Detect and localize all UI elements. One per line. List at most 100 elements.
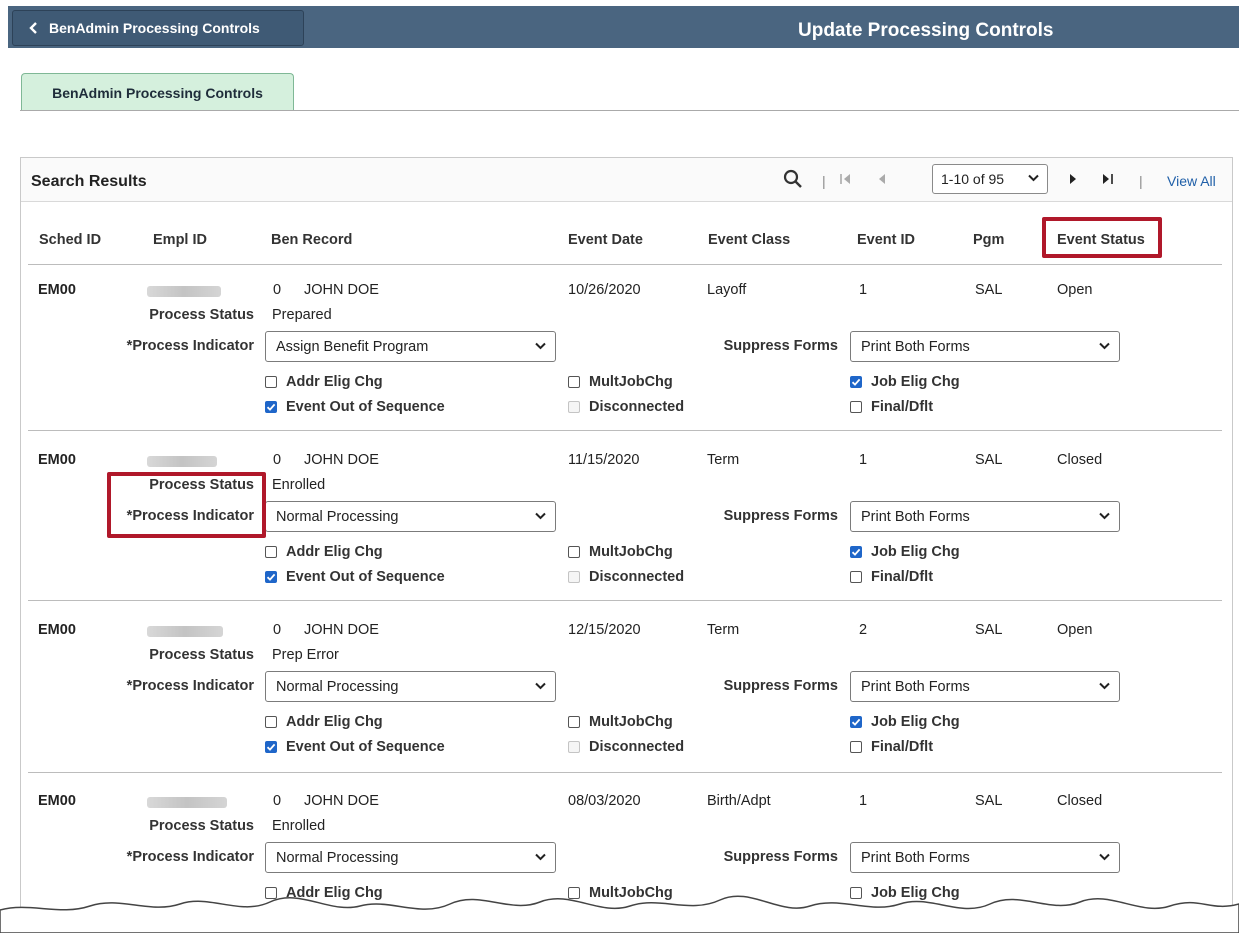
- event-out-of-sequence-checkbox[interactable]: Event Out of Sequence: [265, 739, 445, 755]
- employee-name: JOHN DOE: [304, 282, 379, 298]
- dropdown-chevron-icon: [1099, 342, 1110, 350]
- last-page-icon[interactable]: [1101, 173, 1113, 185]
- final-dflt-label: Final/Dflt: [871, 399, 934, 415]
- final-dflt-checkbox[interactable]: Final/Dflt: [850, 739, 933, 755]
- grid-header: Search Results | 1-10 of 95 | View All: [21, 158, 1232, 202]
- checkbox-box[interactable]: [568, 571, 580, 583]
- checkbox-box[interactable]: [568, 716, 580, 728]
- job-elig-chg-checkbox[interactable]: Job Elig Chg: [850, 714, 960, 730]
- suppress-forms-select[interactable]: Print Both Forms: [850, 671, 1120, 702]
- checkbox-box[interactable]: [568, 546, 580, 558]
- process-status-value: Enrolled: [272, 818, 326, 834]
- checkbox-box[interactable]: [850, 716, 862, 728]
- event-out-of-sequence-checkbox[interactable]: Event Out of Sequence: [265, 569, 445, 585]
- checkbox-box[interactable]: [850, 571, 862, 583]
- process-indicator-select[interactable]: Normal Processing: [265, 842, 556, 873]
- process-status-value: Prepared: [272, 307, 332, 323]
- process-status-value: Prep Error: [272, 647, 339, 663]
- next-page-icon[interactable]: [1067, 173, 1079, 185]
- checkbox-box[interactable]: [265, 741, 277, 753]
- event-out-of-sequence-checkbox[interactable]: Event Out of Sequence: [265, 399, 445, 415]
- process-indicator-value: Assign Benefit Program: [276, 338, 429, 355]
- checkbox-box[interactable]: [568, 401, 580, 413]
- process-status-value: Enrolled: [272, 477, 326, 493]
- chevron-left-icon: [25, 19, 43, 37]
- page-range-select[interactable]: 1-10 of 95: [932, 164, 1048, 194]
- process-indicator-value: Normal Processing: [276, 678, 399, 695]
- checkbox-box[interactable]: [568, 376, 580, 388]
- addr-elig-chg-label: Addr Elig Chg: [286, 544, 383, 560]
- sched-id: EM00: [38, 282, 76, 298]
- checkbox-box[interactable]: [265, 546, 277, 558]
- checkbox-box[interactable]: [568, 741, 580, 753]
- col-sched-id[interactable]: Sched ID: [39, 232, 101, 248]
- checkbox-box[interactable]: [850, 376, 862, 388]
- checkbox-box[interactable]: [850, 546, 862, 558]
- suppress-forms-select[interactable]: Print Both Forms: [850, 842, 1120, 873]
- job-elig-chg-label: Job Elig Chg: [871, 714, 960, 730]
- view-all-link[interactable]: View All: [1167, 173, 1216, 189]
- event-status: Open: [1057, 622, 1093, 638]
- process-indicator-select[interactable]: Normal Processing: [265, 671, 556, 702]
- search-icon[interactable]: [783, 169, 803, 189]
- event-class: Term: [707, 622, 740, 638]
- multjobchg-checkbox[interactable]: MultJobChg: [568, 374, 673, 390]
- empl-id-redacted: [147, 797, 227, 808]
- tab-benadmin-processing-controls[interactable]: BenAdmin Processing Controls: [21, 73, 294, 111]
- dropdown-chevron-icon: [535, 512, 546, 520]
- job-elig-chg-label: Job Elig Chg: [871, 374, 960, 390]
- sched-id: EM00: [38, 452, 76, 468]
- checkbox-box[interactable]: [850, 741, 862, 753]
- final-dflt-checkbox[interactable]: Final/Dflt: [850, 399, 933, 415]
- multjobchg-checkbox[interactable]: MultJobChg: [568, 714, 673, 730]
- pgm: SAL: [975, 622, 1003, 638]
- final-dflt-checkbox[interactable]: Final/Dflt: [850, 569, 933, 585]
- empl-id-redacted: [147, 456, 217, 467]
- row-divider: [28, 600, 1222, 601]
- process-indicator-select[interactable]: Normal Processing: [265, 501, 556, 532]
- checkbox-box[interactable]: [265, 571, 277, 583]
- ben-record: 0: [273, 793, 282, 809]
- col-ben-record[interactable]: Ben Record: [271, 232, 352, 248]
- suppress-forms-select[interactable]: Print Both Forms: [850, 331, 1120, 362]
- addr-elig-chg-checkbox[interactable]: Addr Elig Chg: [265, 544, 383, 560]
- event-out-of-sequence-label: Event Out of Sequence: [286, 569, 445, 585]
- pgm: SAL: [975, 452, 1003, 468]
- col-event-date[interactable]: Event Date: [568, 232, 643, 248]
- event-out-of-sequence-label: Event Out of Sequence: [286, 739, 445, 755]
- sched-id: EM00: [38, 793, 76, 809]
- suppress-forms-select[interactable]: Print Both Forms: [850, 501, 1120, 532]
- checkbox-box[interactable]: [265, 716, 277, 728]
- ben-record: 0: [273, 452, 282, 468]
- checkbox-box[interactable]: [265, 401, 277, 413]
- previous-page-icon[interactable]: [876, 173, 888, 185]
- addr-elig-chg-checkbox[interactable]: Addr Elig Chg: [265, 714, 383, 730]
- ben-record: 0: [273, 622, 282, 638]
- multjobchg-label: MultJobChg: [589, 544, 673, 560]
- col-empl-id[interactable]: Empl ID: [153, 232, 207, 248]
- job-elig-chg-checkbox[interactable]: Job Elig Chg: [850, 544, 960, 560]
- process-indicator-label: *Process Indicator: [126, 849, 254, 865]
- process-status-label: Process Status: [149, 307, 254, 323]
- checkbox-box[interactable]: [850, 401, 862, 413]
- col-event-class[interactable]: Event Class: [708, 232, 790, 248]
- pgm: SAL: [975, 793, 1003, 809]
- multjobchg-checkbox[interactable]: MultJobChg: [568, 544, 673, 560]
- addr-elig-chg-checkbox[interactable]: Addr Elig Chg: [265, 374, 383, 390]
- job-elig-chg-checkbox[interactable]: Job Elig Chg: [850, 374, 960, 390]
- event-class: Layoff: [707, 282, 747, 298]
- separator: |: [1139, 173, 1143, 189]
- process-indicator-select[interactable]: Assign Benefit Program: [265, 331, 556, 362]
- event-status: Closed: [1057, 452, 1103, 468]
- multjobchg-label: MultJobChg: [589, 374, 673, 390]
- col-pgm[interactable]: Pgm: [973, 232, 1004, 248]
- dropdown-chevron-icon: [1028, 174, 1039, 182]
- addr-elig-chg-label: Addr Elig Chg: [286, 374, 383, 390]
- col-event-id[interactable]: Event ID: [857, 232, 915, 248]
- checkbox-box[interactable]: [265, 376, 277, 388]
- back-button[interactable]: BenAdmin Processing Controls: [12, 10, 304, 46]
- row-divider: [28, 430, 1222, 431]
- first-page-icon[interactable]: [840, 173, 852, 185]
- callout-event-status: [1042, 217, 1162, 258]
- suppress-forms-value: Print Both Forms: [861, 678, 970, 695]
